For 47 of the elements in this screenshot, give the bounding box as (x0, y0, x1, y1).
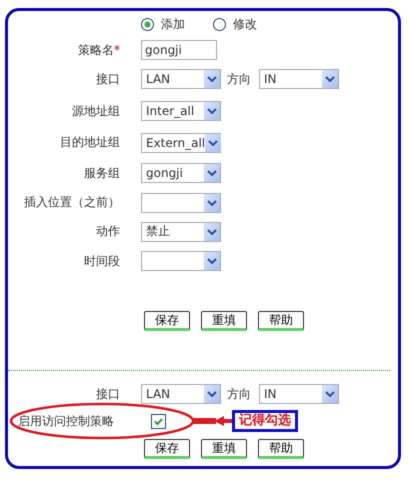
form-button[interactable]: 保存 (144, 311, 190, 331)
form-button[interactable]: 重填 (201, 439, 247, 459)
select-field[interactable]: Extern_all (141, 132, 221, 152)
field-label: 启用访问控制策略 (17, 412, 115, 430)
field-label: 插入位置（之前） (23, 194, 120, 211)
radio-button[interactable] (213, 18, 226, 30)
field-label: 目的地址组 (59, 134, 120, 151)
select-field[interactable]: LAN (141, 69, 221, 89)
checkbox[interactable] (151, 414, 166, 428)
select-field[interactable]: LAN (141, 384, 221, 404)
dropdown-icon[interactable] (204, 164, 220, 182)
field-label: 时间段 (83, 252, 120, 270)
dropdown-icon[interactable] (204, 70, 220, 88)
field-label: 方向 (227, 386, 251, 402)
select-field[interactable]: IN (259, 384, 339, 404)
callout-note: 记得勾选 (232, 410, 298, 432)
select-field[interactable]: Inter_all (141, 101, 221, 121)
dropdown-icon[interactable] (204, 385, 220, 403)
radio-label: 添加 (161, 16, 185, 32)
select-field[interactable] (141, 192, 221, 212)
form-button[interactable]: 帮助 (258, 311, 304, 331)
check-icon (153, 416, 164, 426)
field-label: 方向 (227, 70, 251, 88)
field-label: 服务组 (83, 164, 120, 182)
field-label: 策略名* (77, 42, 120, 58)
dropdown-icon[interactable] (322, 70, 338, 88)
select-field[interactable] (141, 251, 221, 271)
form-button[interactable]: 重填 (201, 311, 247, 331)
dropdown-icon[interactable] (322, 385, 338, 403)
dropdown-icon[interactable] (204, 102, 220, 120)
select-field[interactable]: gongji (141, 163, 221, 183)
form-button[interactable]: 保存 (144, 439, 190, 459)
dropdown-icon[interactable] (204, 222, 220, 240)
select-field[interactable]: IN (259, 69, 339, 89)
form-button[interactable]: 帮助 (258, 439, 304, 459)
select-field[interactable]: 禁止 (141, 222, 221, 242)
field-label: 源地址组 (71, 102, 120, 120)
radio-label: 修改 (233, 16, 257, 32)
field-label: 动作 (95, 223, 120, 240)
input-field[interactable]: gongji (141, 40, 217, 60)
dropdown-icon[interactable] (205, 134, 222, 152)
dropdown-icon[interactable] (204, 252, 220, 270)
arrow-icon (192, 415, 234, 427)
radio-button[interactable] (141, 18, 154, 30)
dropdown-icon[interactable] (204, 194, 220, 212)
field-label: 接口 (95, 386, 120, 402)
field-label: 接口 (95, 70, 120, 88)
